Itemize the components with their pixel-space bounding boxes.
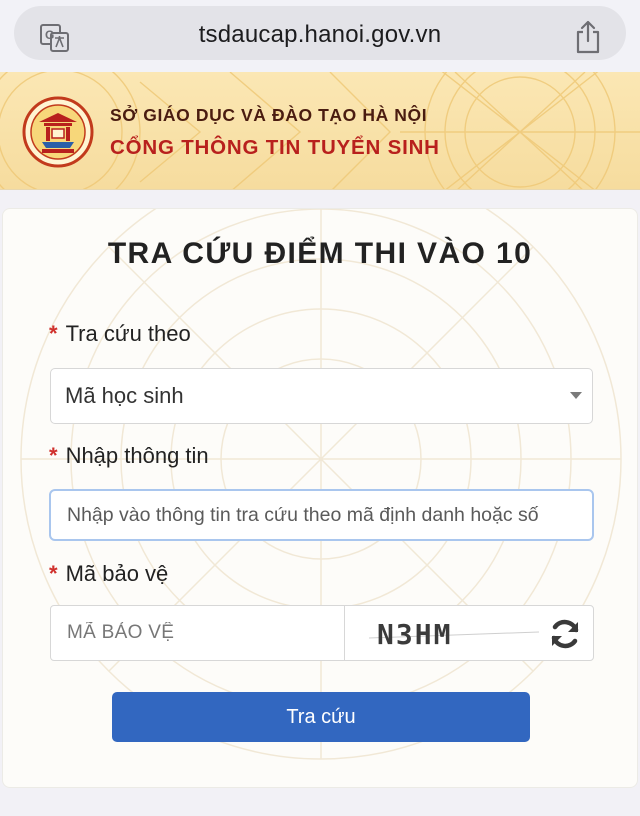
captcha-row: N3HM xyxy=(50,605,594,661)
captcha-text: N3HM xyxy=(377,618,452,651)
site-header: SỞ GIÁO DỤC VÀ ĐÀO TẠO HÀ NỘI CỔNG THÔNG… xyxy=(0,72,640,190)
lookup-submit-button[interactable]: Tra cứu xyxy=(112,692,530,742)
lookup-by-selected-value: Mã học sinh xyxy=(65,383,184,408)
chevron-down-icon xyxy=(570,392,582,399)
portal-name[interactable]: CỔNG THÔNG TIN TUYỂN SINH xyxy=(110,136,440,160)
required-marker: * xyxy=(49,443,58,468)
info-label-text: Nhập thông tin xyxy=(65,443,209,468)
info-label: * Nhập thông tin xyxy=(49,443,209,469)
url-bar[interactable]: G tsdaucap.hanoi.gov.vn xyxy=(14,6,626,60)
lookup-by-label-text: Tra cứu theo xyxy=(65,321,191,346)
required-marker: * xyxy=(49,561,58,586)
lookup-card: TRA CỨU ĐIỂM THI VÀO 10 * Tra cứu theo Mã… xyxy=(2,208,638,788)
browser-address-bar: G tsdaucap.hanoi.gov.vn xyxy=(0,0,640,72)
refresh-icon[interactable] xyxy=(547,616,583,652)
hanoi-education-logo xyxy=(22,96,94,168)
captcha-divider xyxy=(344,606,345,660)
share-icon[interactable] xyxy=(574,20,602,54)
lookup-by-label: * Tra cứu theo xyxy=(49,321,191,347)
header-pattern xyxy=(0,72,640,189)
required-marker: * xyxy=(49,321,58,346)
lookup-by-select[interactable]: Mã học sinh xyxy=(50,368,593,424)
captcha-input[interactable] xyxy=(51,606,344,660)
captcha-image: N3HM xyxy=(369,618,539,651)
captcha-label: * Mã bảo vệ xyxy=(49,561,168,587)
department-name: SỞ GIÁO DỤC VÀ ĐÀO TẠO HÀ NỘI xyxy=(110,105,428,125)
lookup-info-input[interactable] xyxy=(49,489,594,541)
page-title: TRA CỨU ĐIỂM THI VÀO 10 xyxy=(107,237,533,270)
url-text: tsdaucap.hanoi.gov.vn xyxy=(198,21,442,48)
captcha-label-text: Mã bảo vệ xyxy=(65,561,169,586)
